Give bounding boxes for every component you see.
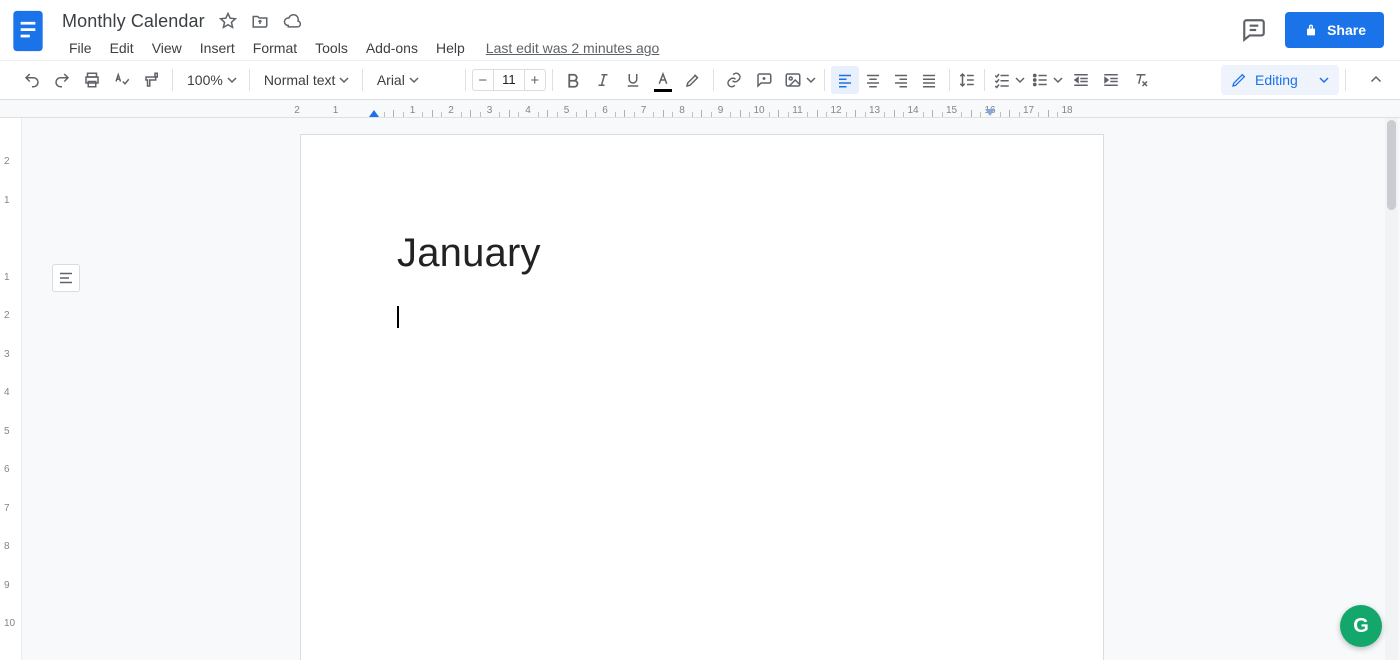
insert-link-button[interactable] [720, 66, 748, 94]
editing-mode-select[interactable]: Editing [1221, 65, 1339, 95]
show-outline-button[interactable] [52, 264, 80, 292]
font-size-control: − 11 + [472, 69, 546, 91]
zoom-select[interactable]: 100% [179, 66, 243, 94]
chevron-down-icon [227, 72, 237, 88]
page-heading[interactable]: January [397, 231, 1007, 276]
menu-help[interactable]: Help [427, 36, 474, 60]
document-page[interactable]: January [300, 134, 1104, 660]
horizontal-ruler[interactable]: 21123456789101112131415161718 [0, 100, 1400, 118]
toolbar: 100% Normal text Arial − 11 + [0, 60, 1400, 100]
clear-formatting-button[interactable] [1127, 66, 1155, 94]
grammarly-fab-icon[interactable]: G [1340, 605, 1382, 647]
line-spacing-button[interactable] [956, 66, 978, 94]
hide-menus-button[interactable] [1362, 66, 1390, 94]
menu-format[interactable]: Format [244, 36, 306, 60]
add-comment-button[interactable] [750, 66, 778, 94]
increase-indent-button[interactable] [1097, 66, 1125, 94]
title-area: Monthly Calendar File Edit View Insert F… [60, 6, 1237, 60]
cloud-saved-icon[interactable] [281, 10, 303, 32]
share-button-label: Share [1327, 22, 1366, 38]
decrease-font-size-button[interactable]: − [472, 69, 494, 91]
menu-tools[interactable]: Tools [306, 36, 357, 60]
align-right-button[interactable] [887, 66, 915, 94]
highlight-color-button[interactable] [679, 66, 707, 94]
chevron-down-icon [409, 72, 419, 88]
paragraph-style-value: Normal text [264, 72, 336, 88]
share-button[interactable]: Share [1285, 12, 1384, 48]
chevron-down-icon [806, 72, 816, 88]
align-left-button[interactable] [831, 66, 859, 94]
editor-workspace: 2112345678910 January [0, 118, 1400, 660]
last-edit-link[interactable]: Last edit was 2 minutes ago [486, 40, 660, 56]
menu-addons[interactable]: Add-ons [357, 36, 427, 60]
chevron-down-icon [1015, 72, 1025, 88]
document-canvas[interactable]: January [22, 118, 1400, 660]
vertical-ruler[interactable]: 2112345678910 [0, 118, 22, 660]
bold-button[interactable] [559, 66, 587, 94]
star-icon[interactable] [217, 10, 239, 32]
menu-view[interactable]: View [143, 36, 191, 60]
header-bar: Monthly Calendar File Edit View Insert F… [0, 0, 1400, 60]
open-comments-button[interactable] [1237, 13, 1271, 47]
print-button[interactable] [78, 66, 106, 94]
font-size-input[interactable]: 11 [494, 69, 524, 91]
align-justify-button[interactable] [915, 66, 943, 94]
font-family-select[interactable]: Arial [369, 66, 459, 94]
chevron-down-icon [339, 72, 349, 88]
underline-button[interactable] [619, 66, 647, 94]
font-family-value: Arial [377, 72, 405, 88]
spellcheck-button[interactable] [108, 66, 136, 94]
menu-insert[interactable]: Insert [191, 36, 244, 60]
header-right: Share [1237, 6, 1384, 48]
align-center-button[interactable] [859, 66, 887, 94]
decrease-indent-button[interactable] [1067, 66, 1095, 94]
italic-button[interactable] [589, 66, 617, 94]
chevron-down-icon [1053, 72, 1063, 88]
editing-mode-label: Editing [1255, 72, 1298, 88]
menu-edit[interactable]: Edit [101, 36, 143, 60]
docs-logo[interactable] [8, 6, 48, 56]
paragraph-style-select[interactable]: Normal text [256, 66, 356, 94]
text-color-button[interactable] [649, 66, 677, 94]
move-icon[interactable] [249, 10, 271, 32]
vertical-scrollbar[interactable] [1385, 118, 1398, 660]
undo-button[interactable] [18, 66, 46, 94]
zoom-value: 100% [187, 72, 223, 88]
increase-font-size-button[interactable]: + [524, 69, 546, 91]
menu-bar: File Edit View Insert Format Tools Add-o… [60, 36, 1237, 60]
menu-file[interactable]: File [60, 36, 101, 60]
chevron-down-icon [1319, 72, 1329, 88]
text-cursor [397, 306, 399, 328]
scrollbar-thumb[interactable] [1387, 120, 1396, 210]
checklist-button[interactable] [991, 66, 1027, 94]
bulleted-list-button[interactable] [1029, 66, 1065, 94]
redo-button[interactable] [48, 66, 76, 94]
document-title[interactable]: Monthly Calendar [60, 11, 207, 32]
paint-format-button[interactable] [138, 66, 166, 94]
insert-image-button[interactable] [780, 66, 818, 94]
